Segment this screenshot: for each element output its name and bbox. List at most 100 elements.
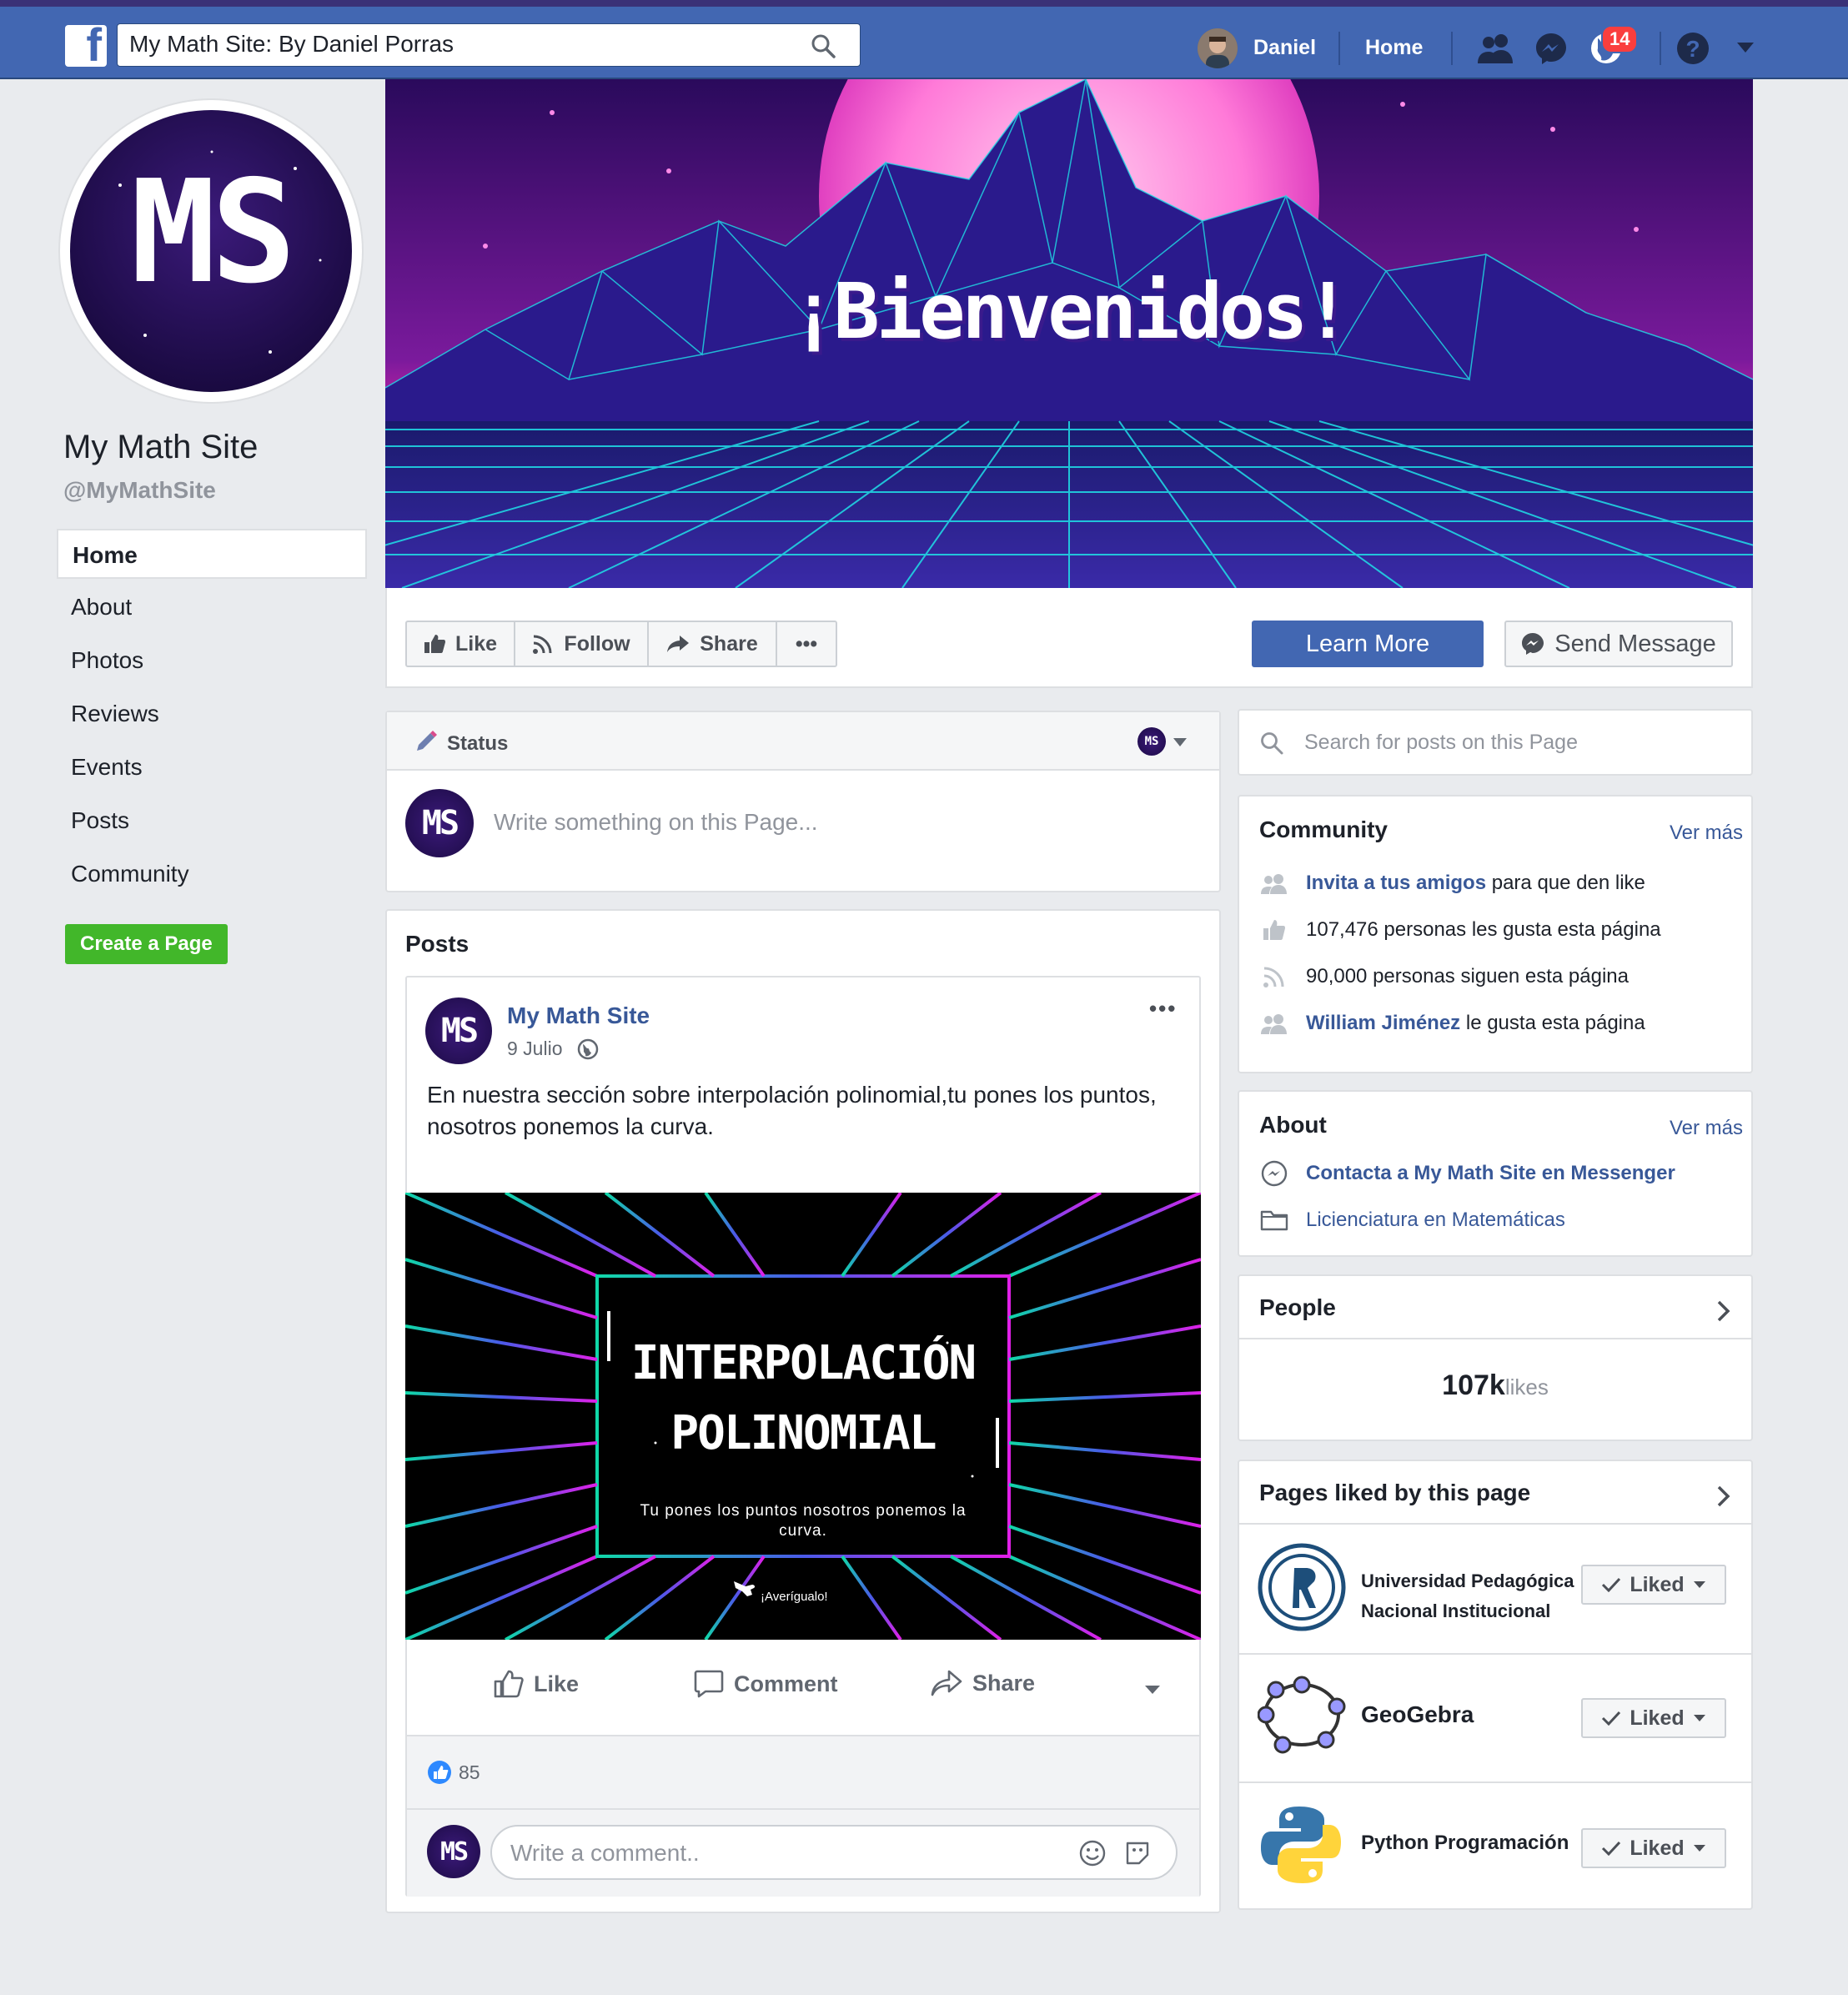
send-message-button[interactable]: Send Message <box>1504 621 1733 667</box>
comment-placeholder: Write a comment.. <box>510 1840 700 1866</box>
about-see-more[interactable]: Ver más <box>1670 1117 1743 1140</box>
sidebar-item-community[interactable]: Community <box>57 849 367 899</box>
page-likes-icon <box>1263 920 1285 940</box>
posts-header: Posts <box>405 931 470 957</box>
friend-requests-icon[interactable] <box>1476 32 1516 65</box>
friend-likes-text: le gusta esta página <box>1465 1012 1645 1034</box>
messenger-contact-link[interactable]: Contacta a My Math Site en Messenger <box>1306 1162 1675 1185</box>
sticker-icon[interactable] <box>1124 1840 1151 1867</box>
post-comment-button[interactable]: Comment <box>694 1670 838 1698</box>
invite-friends-icon <box>1261 874 1287 894</box>
liked-page-name[interactable]: Python Programación <box>1361 1832 1569 1855</box>
post-as-avatar[interactable]: MS <box>1137 727 1166 756</box>
like-reaction-icon[interactable] <box>427 1760 452 1785</box>
user-name-link[interactable]: Daniel <box>1253 36 1316 60</box>
liked-page-name[interactable]: GeoGebra <box>1361 1701 1474 1728</box>
home-link[interactable]: Home <box>1365 36 1423 60</box>
help-icon[interactable]: ? <box>1676 32 1710 65</box>
post-like-button[interactable]: Like <box>494 1670 579 1698</box>
post-as-chevron-icon[interactable] <box>1173 737 1188 747</box>
likes-count-text[interactable]: 107,476 personas les gusta esta página <box>1306 918 1661 942</box>
status-tab-label[interactable]: Status <box>447 732 508 756</box>
comment-input[interactable]: Write a comment.. <box>490 1825 1178 1880</box>
invite-friends-text: para que den like <box>1491 872 1645 894</box>
followers-count-text[interactable]: 90,000 personas siguen esta página <box>1306 965 1629 988</box>
globe-privacy-icon[interactable] <box>577 1038 599 1060</box>
emoji-icon[interactable] <box>1079 1840 1106 1867</box>
cover-photo[interactable]: ¡Bienvenidos! <box>385 79 1753 588</box>
search-box[interactable] <box>117 23 861 67</box>
liked-button[interactable]: Liked <box>1581 1698 1726 1738</box>
people-chevron-right-icon[interactable] <box>1716 1299 1731 1323</box>
geogebra-logo-icon[interactable] <box>1258 1675 1346 1755</box>
community-see-more[interactable]: Ver más <box>1670 822 1743 845</box>
sidebar-item-photos[interactable]: Photos <box>57 636 367 686</box>
liked-button[interactable]: Liked <box>1581 1828 1726 1868</box>
post-like-label: Like <box>534 1671 580 1696</box>
commenter-avatar-text: MS <box>439 1837 469 1867</box>
people-count-value: 107k <box>1442 1369 1505 1401</box>
page-search-icon <box>1261 732 1283 755</box>
profile-picture-frame[interactable]: MS <box>60 100 362 402</box>
invite-friends-row: Invita a tus amigos para que den like <box>1259 872 1645 895</box>
people-count[interactable]: 107klikes <box>1239 1369 1751 1402</box>
page-follow-button[interactable]: Follow <box>514 621 649 667</box>
post-as-avatar-text: MS <box>1144 735 1159 748</box>
user-avatar[interactable] <box>1198 28 1238 68</box>
page-more-button[interactable]: ••• <box>776 621 837 667</box>
folder-category-icon <box>1260 1210 1288 1231</box>
composer-avatar-text: MS <box>421 804 459 842</box>
post-image[interactable]: INTERPOLACIÓN POLINOMIAL Tu pones los pu… <box>405 1193 1201 1640</box>
python-logo-icon[interactable] <box>1259 1803 1343 1887</box>
post-author-name[interactable]: My Math Site <box>507 1003 650 1029</box>
page-search-box[interactable]: Search for posts on this Page <box>1238 709 1753 776</box>
learn-more-button[interactable]: Learn More <box>1252 621 1484 667</box>
messenger-icon[interactable] <box>1534 32 1568 65</box>
post-author-avatar[interactable]: MS <box>425 998 492 1064</box>
community-title[interactable]: Community <box>1259 817 1388 843</box>
search-icon[interactable] <box>810 33 836 59</box>
invite-friends-link[interactable]: Invita a tus amigos <box>1306 872 1486 894</box>
post-share-button[interactable]: Share <box>931 1670 1035 1696</box>
about-title[interactable]: About <box>1259 1112 1327 1138</box>
post-image-cta: ¡Averígualo! <box>761 1590 828 1604</box>
post-comment-label: Comment <box>734 1671 838 1696</box>
friend-name-link[interactable]: William Jiménez <box>1306 1012 1460 1034</box>
pages-liked-title[interactable]: Pages liked by this page <box>1259 1480 1530 1506</box>
account-menu-chevron-icon[interactable] <box>1736 42 1755 53</box>
pencil-icon <box>417 731 437 751</box>
pages-liked-chevron-right-icon[interactable] <box>1716 1485 1731 1508</box>
post-image-subtitle-1: Tu pones los puntos nosotros ponemos la <box>640 1502 967 1520</box>
page-handle[interactable]: @MyMathSite <box>63 477 216 504</box>
status-composer: Status MS MS Write something on this Pag… <box>385 711 1221 892</box>
post-date[interactable]: 9 Julio <box>507 1038 562 1060</box>
composer-input[interactable]: Write something on this Page... <box>494 809 818 836</box>
friend-likes-row: William Jiménez le gusta esta página <box>1259 1012 1645 1035</box>
chevron-down-icon <box>1693 1715 1705 1721</box>
reactions-count[interactable]: 85 <box>459 1761 480 1784</box>
sidebar-item-posts[interactable]: Posts <box>57 796 367 846</box>
more-dots-icon: ••• <box>795 631 818 656</box>
sidebar-item-reviews[interactable]: Reviews <box>57 689 367 739</box>
post-audience-chevron-icon[interactable] <box>1144 1685 1161 1695</box>
liked-page-name[interactable]: Universidad Pedagógica Nacional Instituc… <box>1361 1566 1574 1626</box>
page-share-button[interactable]: Share <box>647 621 777 667</box>
sidebar-item-events[interactable]: Events <box>57 742 367 792</box>
community-card: Community Ver más Invita a tus amigos pa… <box>1238 795 1753 1073</box>
universidad-logo-icon[interactable] <box>1258 1543 1346 1631</box>
followers-row: 90,000 personas siguen esta página <box>1259 965 1629 988</box>
liked-button[interactable]: Liked <box>1581 1565 1726 1605</box>
post-image-title-1: INTERPOLACIÓN <box>630 1336 977 1390</box>
sidebar-item-home[interactable]: Home <box>57 529 367 579</box>
category-link[interactable]: Licienciatura en Matemáticas <box>1306 1209 1565 1232</box>
commenter-avatar: MS <box>427 1825 480 1878</box>
create-page-button[interactable]: Create a Page <box>65 924 228 964</box>
page-like-button[interactable]: Like <box>405 621 515 667</box>
people-title[interactable]: People <box>1259 1294 1336 1321</box>
facebook-logo-icon[interactable]: f <box>65 18 107 71</box>
notifications-badge: 14 <box>1601 25 1639 53</box>
page-name[interactable]: My Math Site <box>63 429 258 466</box>
search-input[interactable] <box>118 24 776 64</box>
sidebar-item-about[interactable]: About <box>57 582 367 632</box>
post-options-icon[interactable]: ••• <box>1149 996 1177 1022</box>
